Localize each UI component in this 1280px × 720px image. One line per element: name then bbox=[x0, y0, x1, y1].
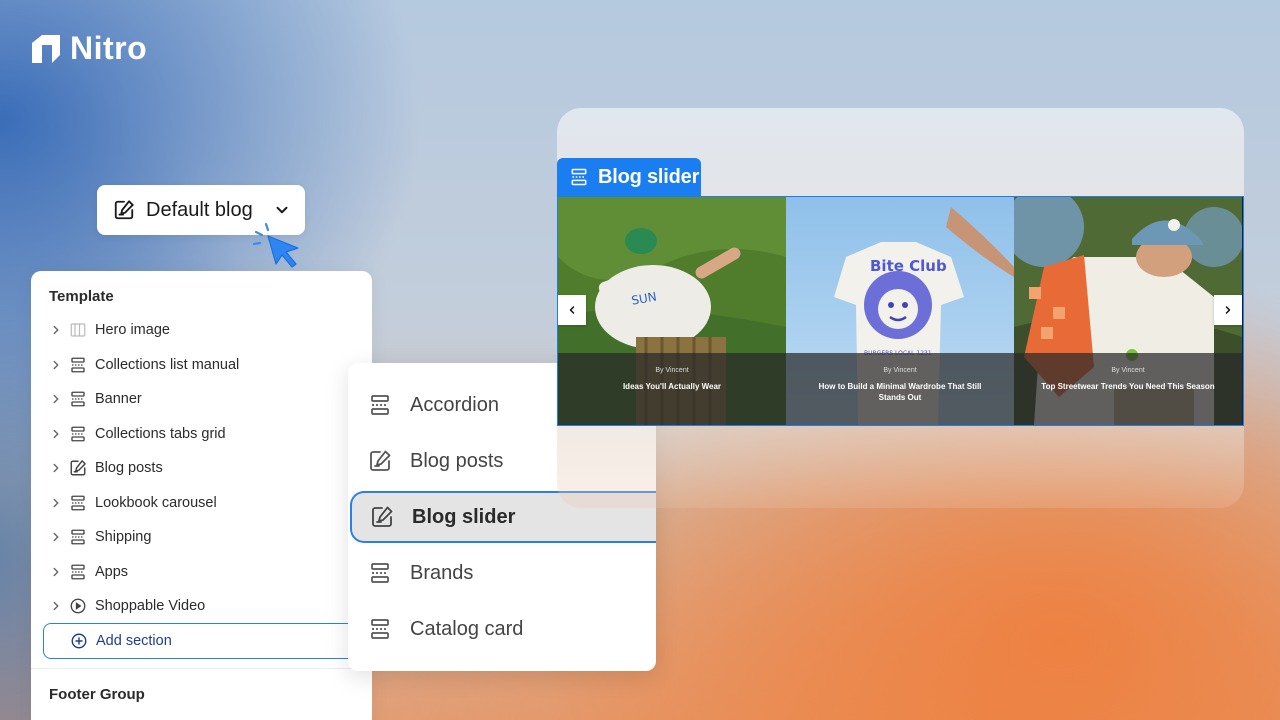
tree-item-collections-list-manual[interactable]: Collections list manual bbox=[49, 348, 369, 383]
blog-slide[interactable]: Bite Club BURGERS LOCAL 1231 By Vincent … bbox=[786, 197, 1014, 425]
template-panel: Template Hero image Collections list man… bbox=[31, 271, 373, 720]
section-icon bbox=[71, 357, 85, 373]
blog-slide[interactable]: By Vincent Top Streetwear Trends You Nee… bbox=[1014, 197, 1242, 425]
panel-divider bbox=[31, 668, 372, 669]
menu-item-label: Accordion bbox=[410, 393, 499, 416]
chevron-right-icon[interactable] bbox=[49, 599, 63, 613]
brand-logo: Nitro bbox=[32, 30, 147, 67]
add-circle-icon bbox=[71, 633, 87, 649]
chevron-right-icon[interactable] bbox=[49, 427, 63, 441]
add-section-label: Add section bbox=[96, 633, 172, 649]
tree-item-collections-tabs-grid[interactable]: Collections tabs grid bbox=[49, 417, 369, 452]
slider-prev-button[interactable] bbox=[558, 295, 586, 325]
tree-item-label: Blog posts bbox=[95, 460, 163, 477]
chevron-right-icon[interactable] bbox=[49, 392, 63, 406]
section-icon bbox=[71, 529, 85, 545]
tree-item-banner[interactable]: Banner bbox=[49, 382, 369, 417]
section-icon bbox=[71, 495, 85, 511]
tree-item-blog-posts[interactable]: Blog posts bbox=[49, 451, 369, 486]
section-icon bbox=[71, 391, 85, 407]
slide-byline: By Vincent bbox=[1111, 367, 1145, 374]
chevron-right-icon bbox=[1225, 306, 1231, 314]
edit-note-icon bbox=[372, 506, 393, 527]
image-icon bbox=[70, 323, 86, 337]
menu-item-label: Brands bbox=[410, 561, 474, 584]
section-icon bbox=[371, 619, 389, 639]
section-icon bbox=[371, 563, 389, 583]
chevron-right-icon[interactable] bbox=[49, 323, 63, 337]
slide-byline: By Vincent bbox=[883, 367, 917, 374]
tree-item-lookbook-carousel[interactable]: Lookbook carousel bbox=[49, 486, 369, 521]
section-icon bbox=[71, 564, 85, 580]
tree-item-label: Collections tabs grid bbox=[95, 425, 226, 442]
tree-item-label: Lookbook carousel bbox=[95, 494, 217, 511]
edit-note-icon bbox=[70, 460, 86, 476]
chevron-right-icon[interactable] bbox=[49, 530, 63, 544]
slide-title: Top Streetwear Trends You Need This Seas… bbox=[1041, 382, 1215, 391]
template-heading: Template bbox=[49, 288, 114, 305]
menu-item-catalog-card[interactable]: Catalog card bbox=[348, 603, 656, 655]
blog-slider-preview: SUN By Vincent Ideas You'll Actually Wea… bbox=[557, 196, 1244, 426]
edit-note-icon bbox=[370, 450, 391, 471]
slide-caption: By Vincent Ideas You'll Actually Wear bbox=[558, 353, 786, 425]
slide-byline: By Vincent bbox=[655, 367, 689, 374]
section-tag-blog-slider[interactable]: Blog slider bbox=[557, 158, 701, 196]
section-icon bbox=[71, 426, 85, 442]
chevron-left-icon bbox=[569, 306, 575, 314]
menu-item-brands[interactable]: Brands bbox=[348, 547, 656, 599]
chevron-down-icon bbox=[276, 206, 288, 214]
slide-title: How to Build a Minimal Wardrobe That Sti… bbox=[818, 382, 982, 402]
blog-slide[interactable]: SUN By Vincent Ideas You'll Actually Wea… bbox=[558, 197, 786, 425]
chevron-right-icon[interactable] bbox=[49, 358, 63, 372]
tree-item-label: Apps bbox=[95, 563, 129, 580]
tree-item-label: Shipping bbox=[95, 529, 152, 546]
tree-item-label: Banner bbox=[95, 391, 142, 408]
slide-caption: By Vincent How to Build a Minimal Wardro… bbox=[786, 353, 1014, 425]
edit-note-icon bbox=[114, 200, 134, 220]
tree-item-label: Collections list manual bbox=[95, 356, 240, 373]
section-icon bbox=[571, 168, 587, 186]
tree-item-shoppable-video[interactable]: Shoppable Video bbox=[49, 589, 369, 624]
slide-caption: By Vincent Top Streetwear Trends You Nee… bbox=[1014, 353, 1242, 425]
tree-item-hero-image[interactable]: Hero image bbox=[49, 313, 369, 348]
tree-item-label: Hero image bbox=[95, 322, 170, 339]
section-icon bbox=[371, 395, 389, 415]
chevron-right-icon[interactable] bbox=[49, 565, 63, 579]
section-tag-label: Blog slider bbox=[598, 165, 700, 188]
tree-item-shipping[interactable]: Shipping bbox=[49, 520, 369, 555]
menu-item-label: Catalog card bbox=[410, 617, 524, 640]
brand-name: Nitro bbox=[70, 30, 148, 66]
slider-next-button[interactable] bbox=[1214, 295, 1242, 325]
chevron-right-icon[interactable] bbox=[49, 461, 63, 475]
mouse-cursor-icon bbox=[252, 222, 299, 268]
slide-title: Ideas You'll Actually Wear bbox=[622, 382, 722, 391]
section-tree: Hero image Collections list manual Banne… bbox=[49, 313, 369, 624]
play-circle-icon bbox=[70, 598, 86, 614]
svg-text:Bite Club: Bite Club bbox=[870, 257, 947, 275]
footer-group-heading: Footer Group bbox=[49, 686, 145, 703]
menu-item-label: Blog posts bbox=[410, 449, 504, 472]
menu-item-label: Blog slider bbox=[412, 505, 516, 528]
nitro-logo-icon bbox=[32, 34, 60, 63]
blog-picker-label: Default blog bbox=[146, 198, 253, 221]
tree-item-apps[interactable]: Apps bbox=[49, 555, 369, 590]
add-section-button[interactable]: Add section bbox=[43, 623, 373, 659]
chevron-right-icon[interactable] bbox=[49, 496, 63, 510]
tree-item-label: Shoppable Video bbox=[95, 598, 206, 615]
